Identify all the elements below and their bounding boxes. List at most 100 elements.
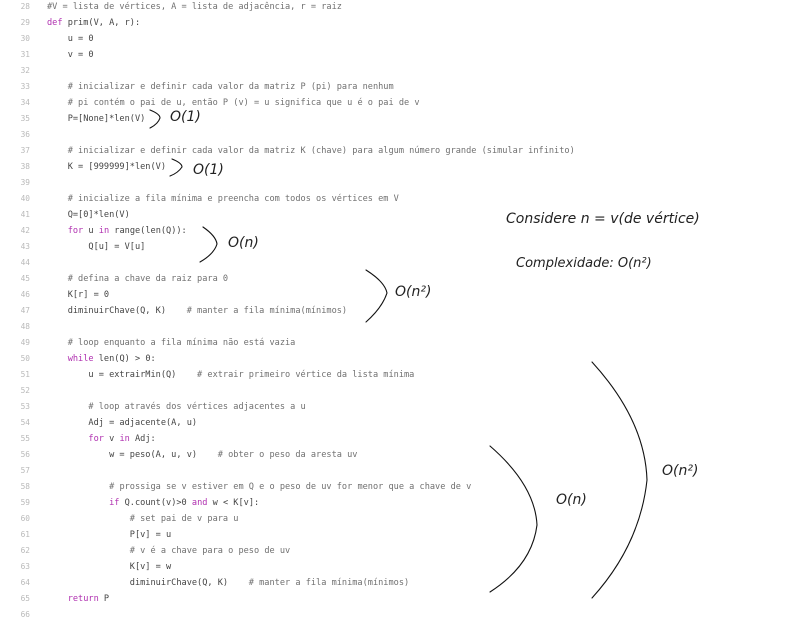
code-text: w = peso(A, u, v) # obter o peso da ares… [47, 450, 358, 460]
line-number: 29 [20, 18, 30, 27]
line-number: 39 [20, 178, 30, 187]
complexity-label-lines-42-43: O(n) [228, 235, 259, 251]
code-text: # v é a chave para o peso de uv [129, 546, 291, 556]
code-line[interactable]: 29 def prim(V, A, r): [0, 15, 500, 31]
line-number: 32 [20, 66, 30, 75]
code-line[interactable]: 52 [0, 383, 500, 399]
code-line[interactable]: 37 # inicializar e definir cada valor da… [0, 143, 575, 159]
line-number: 43 [20, 242, 30, 251]
code-line[interactable]: 34 # pi contém o pai de u, então P (v) =… [0, 95, 500, 111]
code-line[interactable]: 61 P[v] = u [0, 527, 500, 543]
code-line[interactable]: 63 K[v] = w [0, 559, 500, 575]
line-number: 54 [20, 418, 30, 427]
code-text: # inicializar e definir cada valor da ma… [67, 82, 394, 92]
code-text: Q[u] = V[u] [47, 242, 146, 252]
line-number: 41 [20, 210, 30, 219]
code-line[interactable]: 59 if Q.count(v)>0 and w < K[v]: [0, 495, 500, 511]
code-line[interactable]: 49 # loop enquanto a fila mínima não est… [0, 335, 500, 351]
code-line[interactable]: 35 P=[None]*len(V) [0, 111, 500, 127]
line-number: 38 [20, 162, 30, 171]
code-text: diminuirChave(Q, K) # manter a fila míni… [47, 306, 348, 316]
line-number: 63 [20, 562, 30, 571]
code-line[interactable]: 47 diminuirChave(Q, K) # manter a fila m… [0, 303, 500, 319]
complexity-label-lines-45-47: O(n²) [395, 284, 432, 300]
code-line[interactable]: 32 [0, 63, 500, 79]
code-text: Q=[0]*len(V) [47, 210, 130, 220]
complexity-label-line-38: O(1) [193, 162, 224, 178]
line-number: 59 [20, 498, 30, 507]
code-line[interactable]: 51 u = extrairMin(Q) # extrair primeiro … [0, 367, 500, 383]
code-text: # inicializar e definir cada valor da ma… [67, 146, 575, 156]
code-text: for v in Adj: [88, 434, 156, 444]
line-number: 31 [20, 50, 30, 59]
code-text: for u in range(len(Q)): [67, 226, 187, 236]
code-line[interactable]: 53 # loop através dos vértices adjacente… [0, 399, 500, 415]
line-number: 42 [20, 226, 30, 235]
code-line[interactable]: 55 for v in Adj: [0, 431, 500, 447]
code-text: # defina a chave da raiz para 0 [67, 274, 229, 284]
line-number: 36 [20, 130, 30, 139]
code-line[interactable]: 57 [0, 463, 500, 479]
code-line[interactable]: 31 v = 0 [0, 47, 500, 63]
code-line[interactable]: 65 return P [0, 591, 500, 607]
code-line[interactable]: 44 [0, 255, 500, 271]
code-line[interactable]: 50 while len(Q) > 0: [0, 351, 500, 367]
code-text: def prim(V, A, r): [47, 18, 141, 28]
code-line[interactable]: 60 # set pai de v para u [0, 511, 500, 527]
code-text: Adj = adjacente(A, u) [47, 418, 198, 428]
line-number: 35 [20, 114, 30, 123]
code-text: # pi contém o pai de u, então P (v) = u … [67, 98, 420, 108]
code-line[interactable]: 28 #V = lista de vértices, A = lista de a… [0, 0, 500, 15]
code-text: while len(Q) > 0: [67, 354, 156, 364]
code-line[interactable]: 41 Q=[0]*len(V) [0, 207, 500, 223]
line-number: 44 [20, 258, 30, 267]
code-text: # prossiga se v estiver em Q e o peso de… [109, 482, 472, 492]
line-number: 61 [20, 530, 30, 539]
code-line[interactable]: 58 # prossiga se v estiver em Q e o peso… [0, 479, 500, 495]
complexity-label-outer-loop: O(n²) [662, 463, 699, 479]
line-number: 40 [20, 194, 30, 203]
code-text: # inicialize a fila mínima e preencha co… [67, 194, 399, 204]
code-text: # loop enquanto a fila mínima não está v… [67, 338, 296, 348]
code-text: if Q.count(v)>0 and w < K[v]: [109, 498, 260, 508]
code-line[interactable]: 62 # v é a chave para o peso de uv [0, 543, 500, 559]
code-line[interactable]: 66 [0, 607, 500, 623]
line-number: 51 [20, 370, 30, 379]
code-line[interactable]: 54 Adj = adjacente(A, u) [0, 415, 500, 431]
code-line[interactable]: 48 [0, 319, 500, 335]
note-considere: Considere n = v(de vértice) [506, 211, 700, 227]
line-number: 48 [20, 322, 30, 331]
code-text: #V = lista de vértices, A = lista de adj… [47, 2, 342, 12]
line-number: 28 [20, 2, 30, 11]
code-line[interactable]: 33 # inicializar e definir cada valor da… [0, 79, 500, 95]
note-complexidade: Complexidade: O(n²) [516, 256, 652, 271]
line-number: 46 [20, 290, 30, 299]
code-line[interactable]: 39 [0, 175, 500, 191]
code-text: K = [999999]*len(V) [47, 162, 166, 172]
code-text: v = 0 [47, 50, 94, 60]
line-number: 52 [20, 386, 30, 395]
line-number: 34 [20, 98, 30, 107]
line-number: 60 [20, 514, 30, 523]
line-number: 45 [20, 274, 30, 283]
line-number: 55 [20, 434, 30, 443]
line-number: 47 [20, 306, 30, 315]
code-line[interactable]: 30 u = 0 [0, 31, 500, 47]
line-number: 49 [20, 338, 30, 347]
line-number: 37 [20, 146, 30, 155]
code-line[interactable]: 64 diminuirChave(Q, K) # manter a fila m… [0, 575, 500, 591]
code-editor[interactable]: 28 #V = lista de vértices, A = lista de a… [0, 0, 800, 619]
code-text: # set pai de v para u [129, 514, 239, 524]
code-line[interactable]: 36 [0, 127, 500, 143]
code-line[interactable]: 56 w = peso(A, u, v) # obter o peso da a… [0, 447, 500, 463]
code-text: P[v] = u [47, 530, 172, 540]
code-line[interactable]: 40 # inicialize a fila mínima e preencha… [0, 191, 500, 207]
code-text: u = extrairMin(Q) # extrair primeiro vér… [47, 370, 415, 380]
line-number: 57 [20, 466, 30, 475]
code-text: return P [67, 594, 110, 604]
code-text: # loop através dos vértices adjacentes a… [88, 402, 306, 412]
code-line[interactable]: 38 K = [999999]*len(V) [0, 159, 500, 175]
line-number: 33 [20, 82, 30, 91]
code-text: P=[None]*len(V) [47, 114, 146, 124]
line-number: 30 [20, 34, 30, 43]
